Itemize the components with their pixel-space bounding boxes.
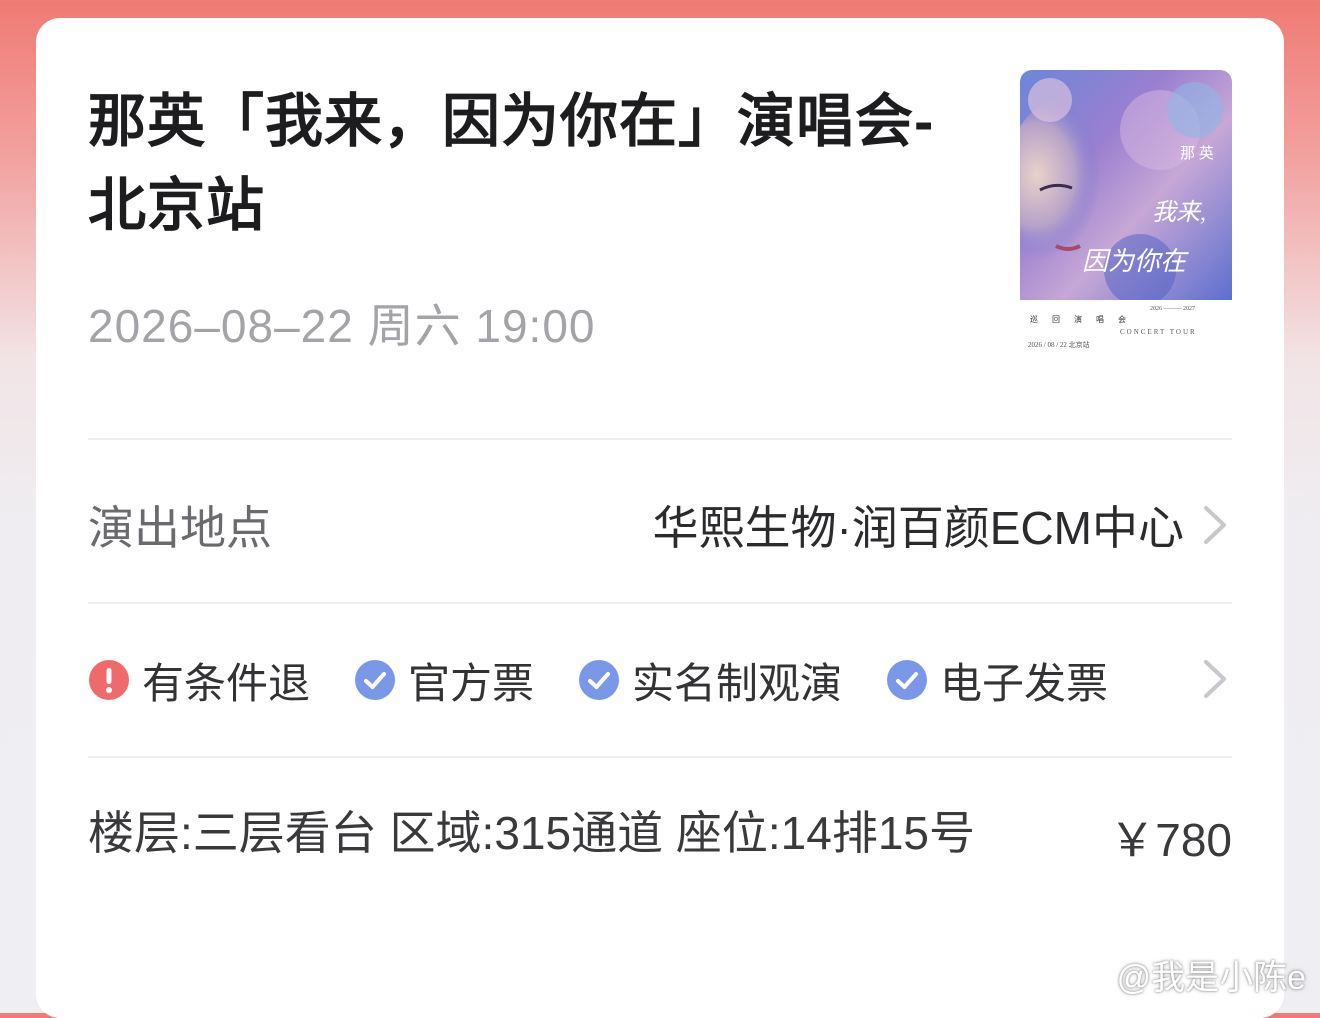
venue-value: 华熙生物·润百颜ECM中心: [652, 502, 1184, 554]
check-icon: [355, 660, 396, 700]
poster-tour-label: 巡 回 演 唱 会: [1030, 314, 1132, 324]
check-icon: [887, 660, 928, 700]
divider: [88, 756, 1232, 758]
divider: [88, 438, 1232, 440]
chevron-right-icon: [1204, 506, 1226, 544]
check-icon: [579, 660, 620, 700]
poster-title-line2: 因为你在: [1082, 247, 1189, 276]
tag-e-invoice: 电子发票: [886, 650, 1108, 711]
exclamation-icon: [89, 660, 129, 700]
tag-refund: 有条件退: [88, 650, 310, 711]
poster-artwork: 那 英 我来, 因为你在 2026 ——— 2027 巡 回 演 唱 会 CON…: [1020, 70, 1232, 352]
seat-info: 楼层:三层看台 区域:315通道 座位:14排15号: [88, 807, 975, 859]
watermark: @我是小陈e: [1063, 950, 1306, 999]
watermark-text: @我是小陈e: [1116, 959, 1306, 997]
tag-real-name: 实名制观演: [578, 650, 842, 711]
divider: [88, 602, 1232, 604]
event-poster[interactable]: 那 英 我来, 因为你在 2026 ——— 2027 巡 回 演 唱 会 CON…: [1020, 70, 1232, 352]
poster-title-line1: 我来,: [1152, 199, 1206, 226]
tag-official: 官方票: [354, 650, 534, 711]
poster-tour-en: CONCERT TOUR: [1120, 328, 1197, 336]
tag-label: 实名制观演: [632, 659, 843, 707]
chevron-right-icon: [1204, 660, 1226, 698]
event-datetime: 2026–08–22 周六 19:00: [88, 300, 596, 352]
ticket-price: ￥780: [1109, 814, 1232, 866]
venue-label: 演出地点: [88, 502, 272, 554]
tag-label: 有条件退: [142, 659, 311, 707]
tag-label: 电子发票: [940, 659, 1109, 707]
poster-artist: 那 英: [1180, 144, 1214, 162]
ticket-card: 那英「我来，因为你在」演唱会-北京站 2026–08–22 周六 19:00 那…: [36, 18, 1284, 1018]
poster-years: 2026 ——— 2027: [1150, 306, 1195, 312]
poster-footer: 2026 / 08 / 22 北京站: [1028, 340, 1090, 349]
tag-label: 官方票: [408, 659, 535, 707]
weibo-icon: [1064, 959, 1107, 993]
event-title: 那英「我来，因为你在」演唱会-北京站: [88, 89, 935, 238]
